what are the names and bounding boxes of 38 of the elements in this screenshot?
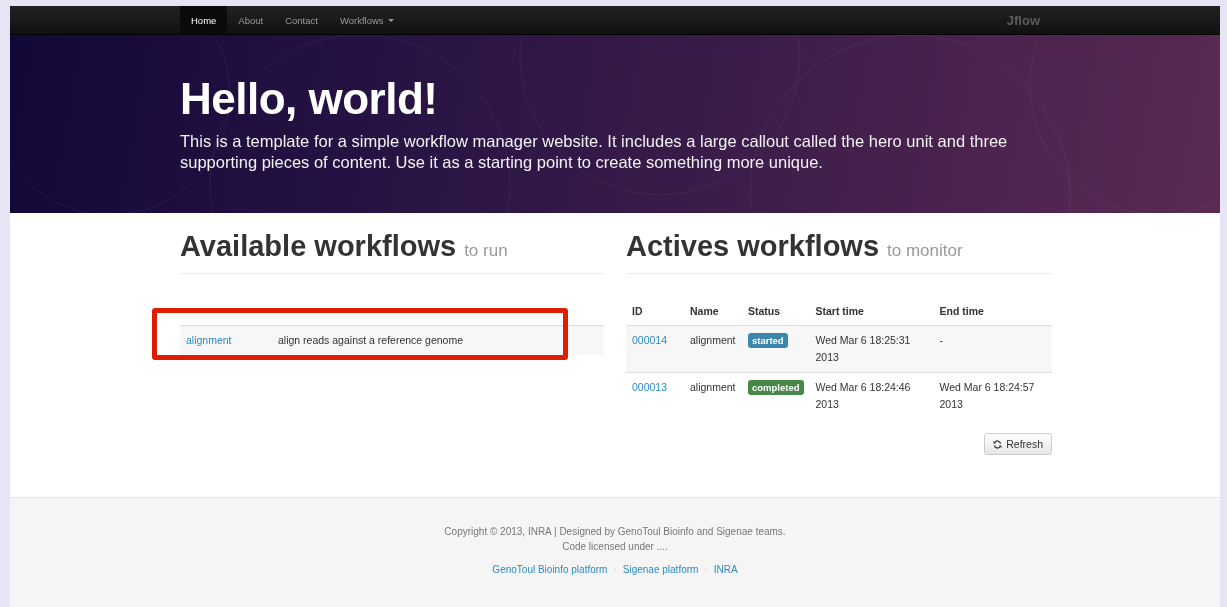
- section-subtitle: to monitor: [887, 241, 963, 261]
- refresh-button[interactable]: Refresh: [984, 433, 1052, 455]
- brand-logo[interactable]: Jflow: [1006, 12, 1040, 28]
- table-cell: -: [933, 325, 1052, 373]
- nav-link[interactable]: Contact: [274, 6, 329, 34]
- status-badge: started: [748, 333, 788, 348]
- separator: ·: [704, 564, 708, 575]
- dropdown-menu[interactable]: Workflows: [328, 6, 405, 34]
- separator: ·: [613, 564, 617, 575]
- section-subtitle: to run: [464, 241, 508, 261]
- table-cell: Wed Mar 6 18:24:46 2013: [809, 372, 934, 419]
- column-header: End time: [933, 304, 1052, 326]
- copyright-text: Code licensed under ....: [561, 540, 669, 554]
- caret-icon: [387, 18, 394, 22]
- section-title: Actives workflows: [626, 229, 880, 263]
- table-cell: align reads against a reference genome: [272, 325, 604, 355]
- section-title: Available workflows: [180, 229, 457, 263]
- footer-link[interactable]: Sigenae platform: [622, 564, 699, 575]
- workflow-link[interactable]: alignment: [186, 334, 232, 346]
- table-cell: alignment: [684, 325, 742, 373]
- nav-link[interactable]: About: [227, 6, 275, 34]
- nav-link[interactable]: Home: [180, 6, 228, 34]
- column-header: Name: [684, 304, 742, 326]
- footer-link[interactable]: GenoToul Bioinfo platform: [492, 564, 608, 575]
- table-cell: Wed Mar 6 18:24:57 2013: [933, 372, 1052, 419]
- column-header: Start time: [809, 304, 934, 326]
- hero-text: This is a template for a simple workflow manager website. It includes a large callout called the hero unit and three supporting pieces of content. Use it as a starting point to create something more unique.: [180, 131, 1009, 173]
- status-badge: completed: [748, 380, 804, 395]
- column-header: Status: [742, 304, 810, 326]
- footer-link[interactable]: INRA: [713, 564, 738, 575]
- table-cell: alignment: [684, 372, 742, 419]
- copyright-text: Copyright © 2013, INRA | Designed by GenoToul Bioinfo and Sigenae teams.: [443, 525, 787, 539]
- workflow-id-link[interactable]: 000013: [632, 381, 668, 393]
- table-cell: Wed Mar 6 18:25:31 2013: [809, 325, 934, 373]
- workflow-id-link[interactable]: 000014: [632, 334, 668, 346]
- refresh-icon: [993, 439, 1003, 449]
- column-header: ID: [626, 304, 684, 326]
- hero-title: Hello, world!: [180, 73, 439, 125]
